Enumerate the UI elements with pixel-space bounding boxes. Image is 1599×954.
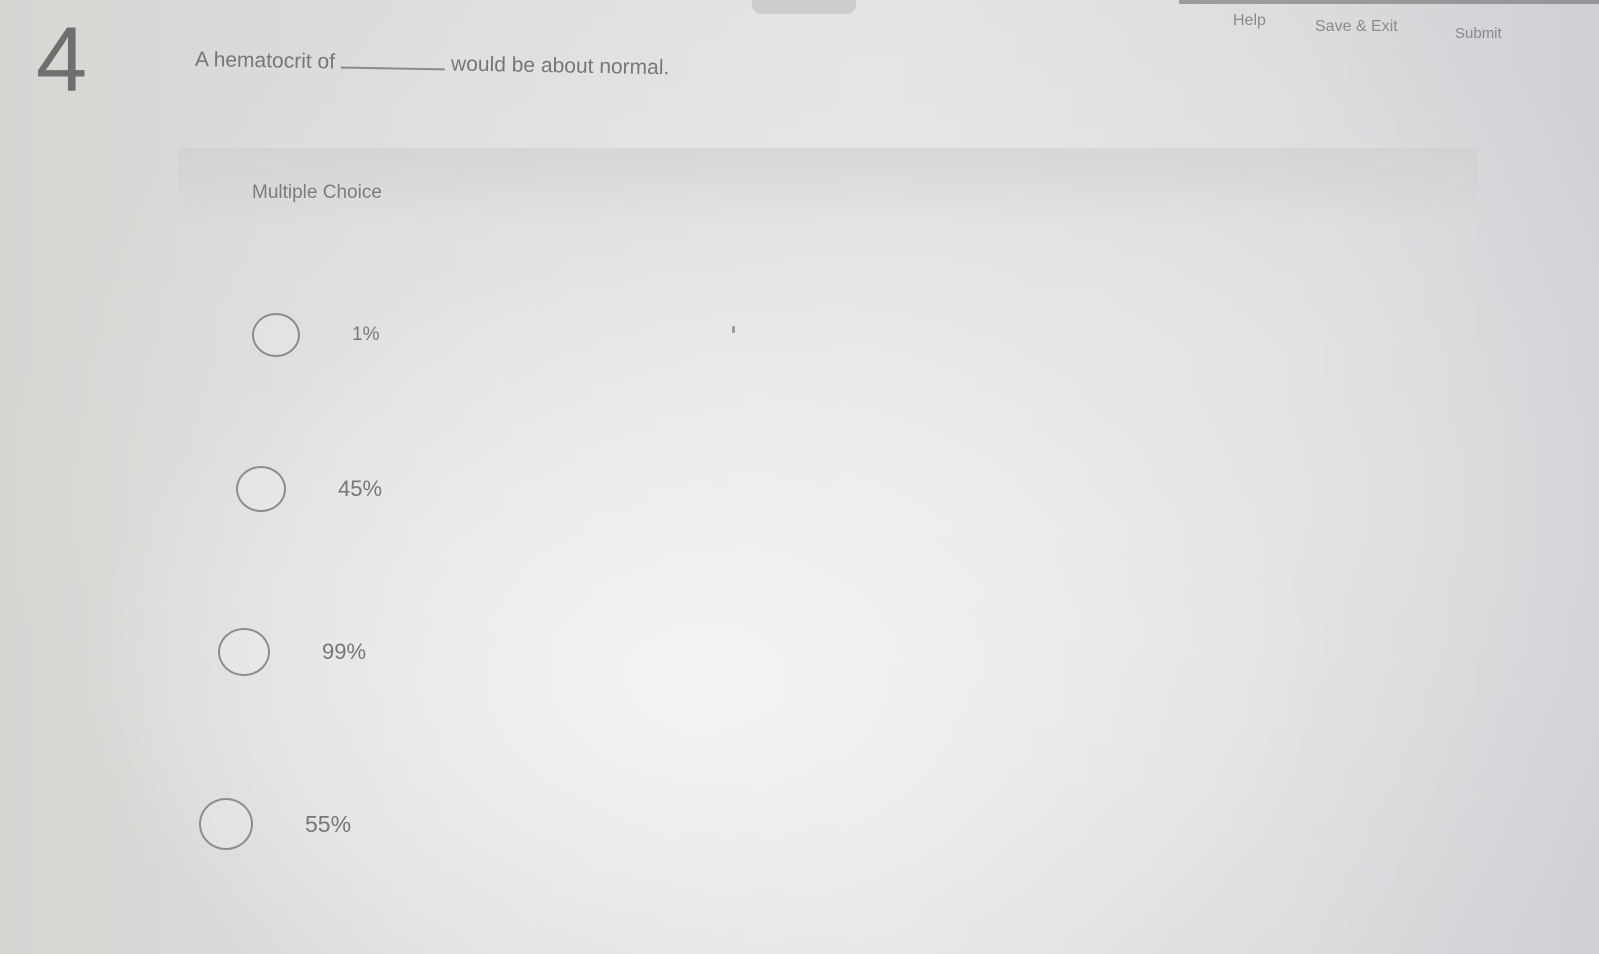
answer-type-label: Multiple Choice: [252, 182, 382, 203]
question-text-after: would be about normal.: [450, 52, 670, 80]
save-exit-link[interactable]: Save & Exit: [1315, 18, 1398, 36]
top-tab-handle: [752, 0, 856, 14]
submit-link[interactable]: Submit: [1455, 25, 1502, 42]
option-label: 55%: [305, 810, 352, 837]
question-text-before: A hematocrit of: [194, 48, 336, 74]
option-1[interactable]: 1%: [252, 308, 379, 362]
answer-panel: [178, 148, 1478, 928]
radio-button[interactable]: [236, 466, 286, 512]
option-label: 99%: [322, 639, 367, 664]
option-2[interactable]: 45%: [236, 462, 382, 516]
radio-button[interactable]: [199, 798, 253, 850]
option-4[interactable]: 55%: [199, 797, 351, 851]
screen-speck: [732, 326, 735, 333]
radio-button[interactable]: [218, 628, 270, 676]
top-edge-bar: [1179, 0, 1599, 4]
question-text: A hematocrit of would be about normal.: [195, 48, 670, 80]
answer-blank: [340, 66, 445, 71]
option-label: 45%: [338, 476, 383, 501]
option-3[interactable]: 99%: [218, 625, 366, 679]
help-link[interactable]: Help: [1233, 12, 1266, 30]
radio-button[interactable]: [252, 313, 300, 357]
option-label: 1%: [352, 324, 380, 345]
question-number: 4: [36, 9, 88, 111]
